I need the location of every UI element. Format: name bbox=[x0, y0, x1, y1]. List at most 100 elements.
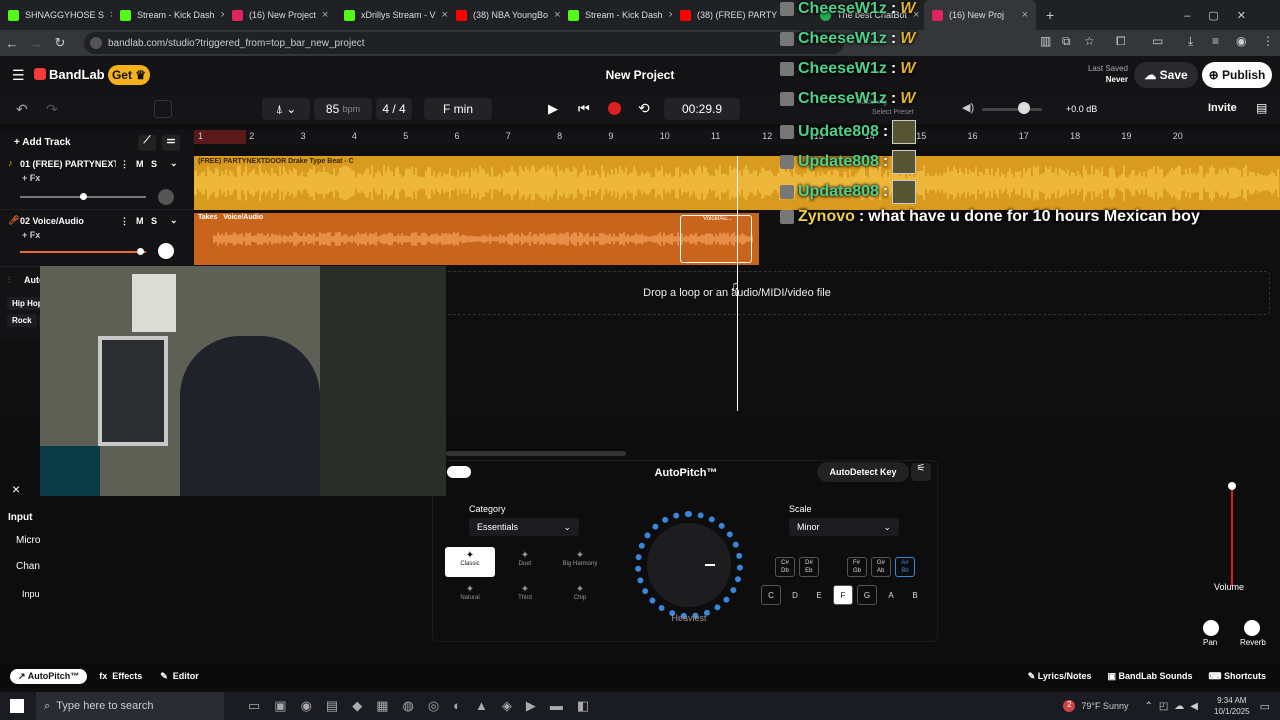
effect-duet[interactable]: ✦ Duet bbox=[500, 547, 550, 577]
back-icon[interactable]: ← bbox=[0, 36, 24, 51]
input-device[interactable]: Micro bbox=[16, 535, 40, 546]
menu-dots-icon[interactable]: ⋮ bbox=[1262, 34, 1274, 48]
close-tab-icon[interactable]: × bbox=[783, 9, 784, 21]
chevron-down-icon[interactable]: ⌄ bbox=[170, 215, 178, 226]
master-volume-knob[interactable] bbox=[1018, 102, 1030, 114]
effect-chip[interactable]: ✦ Chip bbox=[555, 581, 605, 611]
media-icon[interactable]: ≡ bbox=[1212, 34, 1219, 48]
key-c[interactable]: C bbox=[761, 585, 781, 605]
cast-icon[interactable]: ⧉ bbox=[1062, 34, 1071, 49]
system-tray-icons[interactable]: ⌃◰☁◀ bbox=[1144, 701, 1204, 712]
filter-icon[interactable]: ⚌ bbox=[162, 135, 180, 151]
track-header-2[interactable]: 🎤︎ 02 Voice/Audio ⋮ M S ⌄ + Fx bbox=[0, 213, 194, 267]
publish-button[interactable]: ⊕ Publish bbox=[1202, 62, 1272, 88]
mastering-label[interactable]: Mastering bbox=[856, 99, 887, 106]
forward-icon[interactable]: → bbox=[24, 36, 48, 51]
add-fx-button[interactable]: + Fx bbox=[22, 230, 40, 240]
timeline-ruler[interactable]: 1 2 3 4 5 6 7 8 9 10 11 12 13 14 15 16 17 18 19 20 bbox=[194, 130, 1280, 144]
key-d[interactable]: D bbox=[785, 585, 805, 605]
effect-natural[interactable]: ✦ Natural bbox=[445, 581, 495, 611]
chat-icon[interactable]: ▤ bbox=[1256, 101, 1267, 115]
download-icon[interactable]: ⤓ bbox=[1188, 34, 1193, 49]
reader-icon[interactable]: ▥ bbox=[1040, 34, 1051, 48]
key-e[interactable]: E bbox=[809, 585, 829, 605]
key-sharp[interactable]: C# Db bbox=[775, 557, 795, 577]
browser-tab[interactable]: SHNAGGYHOSE S× bbox=[0, 0, 112, 30]
channel-select[interactable]: Chan bbox=[16, 561, 40, 572]
key-sharp[interactable]: D# Eb bbox=[799, 557, 819, 577]
mute-button[interactable]: M bbox=[136, 216, 144, 226]
notifications-icon[interactable]: ▭ bbox=[1260, 700, 1270, 713]
close-tab-icon[interactable]: × bbox=[322, 9, 328, 21]
profile-icon[interactable]: ◉ bbox=[1236, 34, 1246, 48]
effect-classic[interactable]: ✦ Classic bbox=[445, 547, 495, 577]
taskbar-apps[interactable]: ▭▣◉▤◆▦◍◎◐▲◈▶▬◧ bbox=[248, 698, 603, 714]
genre-chip[interactable]: Rock bbox=[7, 314, 37, 327]
effect-big-harmony[interactable]: ✦ Big Harmony bbox=[555, 547, 605, 577]
bandlab-sounds-button[interactable]: ▣ BandLab Sounds bbox=[1107, 671, 1192, 682]
key-sharp[interactable]: A# Bb bbox=[895, 557, 915, 577]
track-name[interactable]: 01 (FREE) PARTYNEXT... bbox=[20, 159, 116, 169]
key-selector[interactable]: F min bbox=[424, 98, 492, 120]
browser-tab-active[interactable]: (16) New Proj × bbox=[924, 0, 1036, 30]
weather-widget[interactable]: 79°F Sunny bbox=[1081, 701, 1128, 711]
reverb-knob[interactable] bbox=[1244, 620, 1260, 636]
solo-button[interactable]: S bbox=[151, 216, 157, 226]
pan-knob[interactable] bbox=[158, 243, 174, 259]
wand-icon[interactable]: ⟋ bbox=[138, 135, 156, 151]
key-g[interactable]: G bbox=[857, 585, 877, 605]
close-tab-icon[interactable]: × bbox=[913, 9, 919, 21]
solo-button[interactable]: S bbox=[151, 159, 157, 169]
play-icon[interactable]: ▶ bbox=[548, 101, 558, 117]
close-tab-icon[interactable]: × bbox=[1022, 9, 1028, 21]
loop-icon[interactable]: ⟲ bbox=[638, 100, 650, 117]
add-track-button[interactable]: + Add Track bbox=[14, 137, 71, 148]
autopitch-tab[interactable]: ↗ AutoPitch™ bbox=[10, 668, 88, 684]
skip-back-icon[interactable]: ⏮ bbox=[578, 101, 590, 117]
layout-icon[interactable] bbox=[154, 100, 172, 118]
shortcuts-button[interactable]: ⌨ Shortcuts bbox=[1208, 671, 1266, 682]
mute-button[interactable]: M bbox=[136, 159, 144, 169]
more-icon[interactable]: ⋮ bbox=[120, 216, 129, 227]
close-tab-icon[interactable]: × bbox=[442, 9, 448, 21]
bookmark-star-icon[interactable]: ☆ bbox=[1084, 34, 1095, 48]
browser-tab[interactable]: (16) New Project × bbox=[224, 0, 336, 30]
record-icon[interactable] bbox=[608, 102, 621, 115]
track-volume-slider[interactable] bbox=[20, 251, 146, 253]
volume-handle[interactable] bbox=[137, 248, 144, 255]
track-name[interactable]: 02 Voice/Audio bbox=[20, 216, 116, 226]
key-a[interactable]: A bbox=[881, 585, 901, 605]
taskbar-search[interactable]: ⌕ Type here to search bbox=[36, 692, 224, 720]
editor-tab[interactable]: ✎ Editor bbox=[160, 671, 199, 682]
key-b[interactable]: B bbox=[905, 585, 925, 605]
volume-fader[interactable]: Volume bbox=[1212, 480, 1252, 600]
save-button[interactable]: ☁ Save bbox=[1134, 62, 1198, 88]
clock[interactable]: 9:34 AM 10/1/2025 bbox=[1214, 695, 1250, 717]
browser-tab[interactable]: The best ChatBot × bbox=[812, 0, 924, 30]
extensions-icon[interactable]: ⧠ bbox=[1116, 34, 1126, 49]
fader-handle[interactable] bbox=[1228, 482, 1236, 490]
metronome-button[interactable]: ⍋ ⌄ bbox=[262, 98, 310, 120]
pan-knob[interactable] bbox=[158, 189, 174, 205]
reload-icon[interactable]: ↻ bbox=[48, 35, 72, 51]
effects-tab[interactable]: fx Effects bbox=[99, 671, 142, 681]
time-signature[interactable]: 4 / 4 bbox=[376, 98, 412, 120]
master-volume-slider[interactable] bbox=[982, 108, 1042, 111]
undo-icon[interactable]: ↶ bbox=[16, 101, 28, 118]
browser-tab[interactable]: Stream - Kick Dash × bbox=[560, 0, 672, 30]
pan-knob[interactable] bbox=[1203, 620, 1219, 636]
bpm-field[interactable]: 85 bpm bbox=[314, 98, 372, 120]
browser-tab[interactable]: (38) NBA YoungBo × bbox=[448, 0, 560, 30]
new-tab-icon[interactable]: + bbox=[1046, 7, 1054, 23]
playhead[interactable] bbox=[737, 156, 738, 411]
key-sharp[interactable]: G# Ab bbox=[871, 557, 891, 577]
notification-badge[interactable]: 2 bbox=[1063, 700, 1076, 712]
scale-select[interactable]: Minor ⌄ bbox=[789, 518, 899, 536]
autodetect-key-button[interactable]: AutoDetect Key bbox=[817, 462, 909, 482]
browser-tab[interactable]: xDrillys Stream - V × bbox=[336, 0, 448, 30]
horizontal-scrollbar[interactable] bbox=[446, 451, 626, 456]
key-sharp[interactable]: F# Gb bbox=[847, 557, 867, 577]
add-fx-button[interactable]: + Fx bbox=[22, 173, 40, 183]
volume-handle[interactable] bbox=[80, 193, 87, 200]
category-select[interactable]: Essentials ⌄ bbox=[469, 518, 579, 536]
